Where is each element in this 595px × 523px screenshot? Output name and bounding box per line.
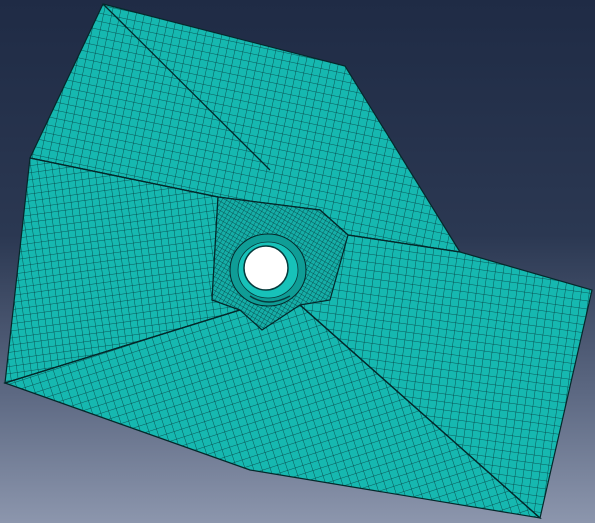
mesh-model[interactable] — [0, 0, 595, 523]
borehole[interactable] — [229, 233, 307, 307]
graphics-viewport[interactable] — [0, 0, 595, 523]
